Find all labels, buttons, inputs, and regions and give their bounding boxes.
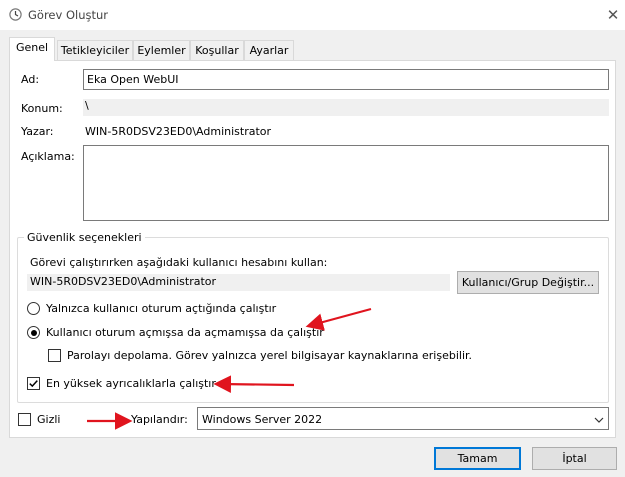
annotation-arrows — [87, 307, 372, 430]
annotation-arrow — [213, 375, 295, 393]
annotation-arrow — [305, 307, 372, 331]
tab-label: Genel — [15, 41, 49, 54]
tab-general[interactable]: Genel — [9, 37, 55, 61]
